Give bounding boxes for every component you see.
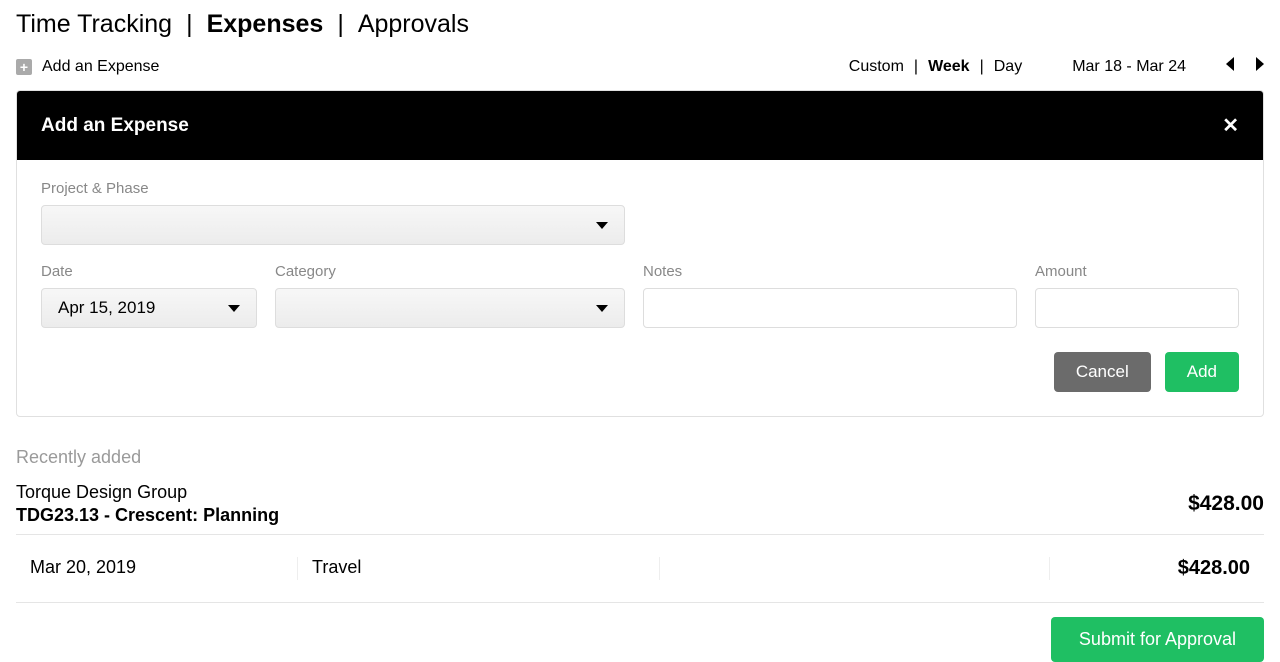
notes-input[interactable]: [643, 288, 1017, 328]
close-icon[interactable]: ✕: [1222, 113, 1239, 138]
expense-row[interactable]: Mar 20, 2019 Travel $428.00: [16, 535, 1264, 603]
subbar: + Add an Expense Custom | Week | Day Mar…: [16, 57, 1264, 76]
panel-body: Project & Phase Date Apr 15, 2019 Catego…: [17, 160, 1263, 416]
panel-title: Add an Expense: [41, 115, 189, 137]
client-name: Torque Design Group: [16, 482, 279, 503]
plus-icon: +: [16, 59, 32, 75]
category-field-col: Category: [275, 263, 625, 328]
notes-field-col: Notes: [643, 263, 1017, 328]
tab-approvals[interactable]: Approvals: [358, 10, 469, 39]
add-expense-link[interactable]: + Add an Expense: [16, 58, 159, 76]
chevron-down-icon: [228, 305, 240, 312]
nav-divider: |: [337, 10, 344, 39]
range-day[interactable]: Day: [994, 58, 1022, 76]
range-custom[interactable]: Custom: [849, 58, 904, 76]
expense-notes: [660, 557, 1050, 580]
amount-label: Amount: [1035, 263, 1239, 280]
tab-expenses[interactable]: Expenses: [207, 10, 324, 39]
project-phase-label: Project & Phase: [41, 180, 1239, 197]
panel-header: Add an Expense ✕: [17, 91, 1263, 160]
amount-field-col: Amount: [1035, 263, 1239, 328]
project-phase-field: Project & Phase: [41, 180, 1239, 245]
submit-for-approval-button[interactable]: Submit for Approval: [1051, 617, 1264, 662]
range-week[interactable]: Week: [928, 58, 970, 76]
date-nav-arrows: [1226, 57, 1264, 76]
add-expense-panel: Add an Expense ✕ Project & Phase Date Ap…: [16, 90, 1264, 417]
cancel-button[interactable]: Cancel: [1054, 352, 1151, 392]
next-arrow-icon[interactable]: [1254, 57, 1264, 76]
range-divider: |: [914, 58, 918, 76]
expense-date: Mar 20, 2019: [30, 557, 298, 580]
date-label: Date: [41, 263, 257, 280]
date-field-col: Date Apr 15, 2019: [41, 263, 257, 328]
recently-added-label: Recently added: [16, 447, 1264, 468]
chevron-down-icon: [596, 222, 608, 229]
project-name: TDG23.13 - Crescent: Planning: [16, 505, 279, 526]
date-select[interactable]: Apr 15, 2019: [41, 288, 257, 328]
range-divider: |: [980, 58, 984, 76]
form-buttons: Cancel Add: [41, 352, 1239, 392]
prev-arrow-icon[interactable]: [1226, 57, 1236, 76]
amount-input[interactable]: [1035, 288, 1239, 328]
tab-time-tracking[interactable]: Time Tracking: [16, 10, 172, 39]
add-expense-label: Add an Expense: [42, 58, 159, 76]
add-button[interactable]: Add: [1165, 352, 1239, 392]
top-nav: Time Tracking | Expenses | Approvals: [16, 10, 1264, 39]
expense-amount: $428.00: [1050, 557, 1250, 580]
category-select[interactable]: [275, 288, 625, 328]
project-phase-select[interactable]: [41, 205, 625, 245]
expense-group-header: Torque Design Group TDG23.13 - Crescent:…: [16, 482, 1264, 526]
nav-divider: |: [186, 10, 193, 39]
expense-category: Travel: [298, 557, 660, 580]
range-controls: Custom | Week | Day Mar 18 - Mar 24: [849, 57, 1264, 76]
notes-label: Notes: [643, 263, 1017, 280]
category-label: Category: [275, 263, 625, 280]
date-value: Apr 15, 2019: [58, 298, 155, 318]
submit-row: Submit for Approval: [16, 617, 1264, 662]
form-row: Date Apr 15, 2019 Category Notes Amount: [41, 263, 1239, 328]
group-total: $428.00: [1188, 492, 1264, 516]
chevron-down-icon: [596, 305, 608, 312]
date-range: Mar 18 - Mar 24: [1072, 58, 1186, 76]
